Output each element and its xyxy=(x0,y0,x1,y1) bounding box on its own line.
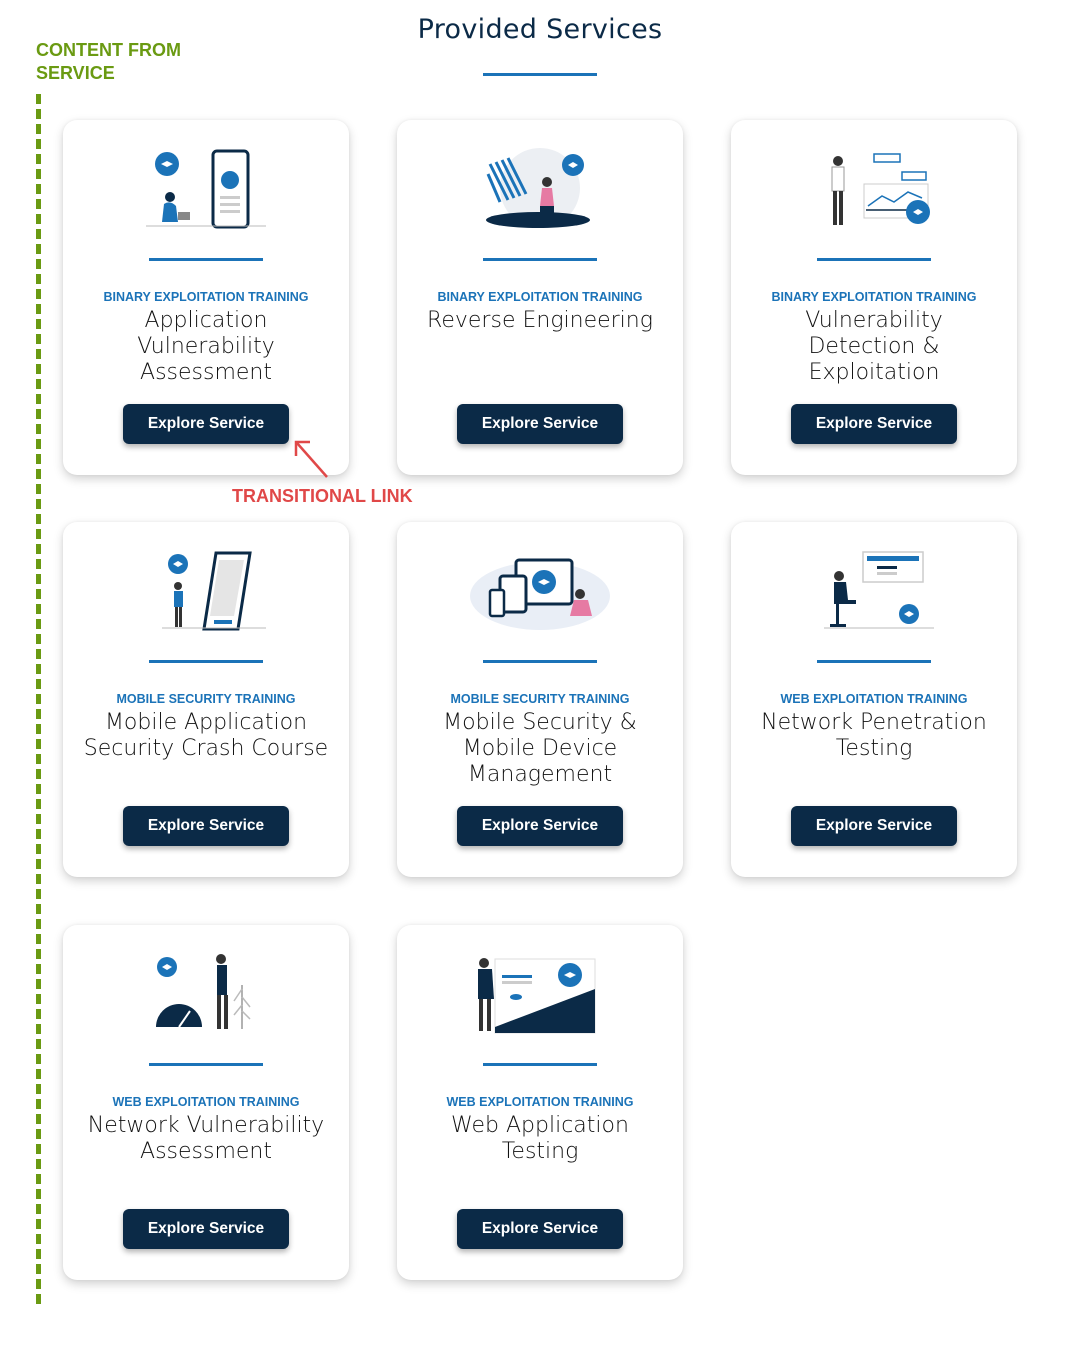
card-title: Web Application Testing xyxy=(451,1113,629,1164)
card-category: WEB EXPLOITATION TRAINING xyxy=(446,1095,634,1109)
card-title: Vulnerability Detection & Exploitation xyxy=(805,308,943,385)
service-card: WEB EXPLOITATION TRAINING Network Vulner… xyxy=(63,925,349,1280)
card-title: Mobile Security & Mobile Device Manageme… xyxy=(443,710,637,787)
card-divider xyxy=(817,660,931,663)
arrow-icon xyxy=(294,440,328,478)
service-card: MOBILE SECURITY TRAINING Mobile Security… xyxy=(397,522,683,877)
card-title: Mobile Application Security Crash Course xyxy=(83,710,329,761)
service-card: WEB EXPLOITATION TRAINING Network Penetr… xyxy=(731,522,1017,877)
card-title: Application Vulnerability Assessment xyxy=(137,308,275,385)
explore-service-button[interactable]: Explore Service xyxy=(791,404,957,444)
card-divider xyxy=(817,258,931,261)
explore-service-button[interactable]: Explore Service xyxy=(457,404,623,444)
speedometer-illustration xyxy=(156,954,251,1029)
service-card: BINARY EXPLOITATION TRAINING Reverse Eng… xyxy=(397,120,683,475)
explore-service-button[interactable]: Explore Service xyxy=(123,806,289,846)
explore-service-button[interactable]: Explore Service xyxy=(123,404,289,444)
service-card: BINARY EXPLOITATION TRAINING Vulnerabili… xyxy=(731,120,1017,475)
explore-service-button[interactable]: Explore Service xyxy=(457,1209,623,1249)
card-title: Reverse Engineering xyxy=(427,308,653,333)
person-with-abstract-art-illustration xyxy=(486,148,590,228)
content-from-service-annotation: CONTENT FROM SERVICE xyxy=(36,40,181,83)
card-category: BINARY EXPLOITATION TRAINING xyxy=(103,290,309,304)
card-category: WEB EXPLOITATION TRAINING xyxy=(780,692,968,706)
service-card: MOBILE SECURITY TRAINING Mobile Applicat… xyxy=(63,522,349,877)
card-divider xyxy=(483,1063,597,1066)
person-with-phone-illustration xyxy=(146,149,266,229)
explore-service-button[interactable]: Explore Service xyxy=(457,806,623,846)
devices-illustration xyxy=(470,558,610,630)
title-underline xyxy=(483,73,597,76)
card-category: BINARY EXPLOITATION TRAINING xyxy=(437,290,643,304)
annotation-dashed-line xyxy=(36,94,41,1304)
card-category: BINARY EXPLOITATION TRAINING xyxy=(771,290,977,304)
person-with-large-phone-illustration xyxy=(162,551,266,631)
card-title: Network Penetration Testing xyxy=(761,710,987,761)
card-category: MOBILE SECURITY TRAINING xyxy=(450,692,630,706)
card-divider xyxy=(483,258,597,261)
card-divider xyxy=(149,660,263,663)
person-with-webpage-illustration xyxy=(478,958,596,1034)
service-card: BINARY EXPLOITATION TRAINING Application… xyxy=(63,120,349,475)
person-at-desk-illustration xyxy=(824,551,934,629)
service-card: WEB EXPLOITATION TRAINING Web Applicatio… xyxy=(397,925,683,1280)
card-divider xyxy=(483,660,597,663)
explore-service-button[interactable]: Explore Service xyxy=(123,1209,289,1249)
card-title: Network Vulnerability Assessment xyxy=(87,1113,325,1164)
card-category: WEB EXPLOITATION TRAINING xyxy=(112,1095,300,1109)
page-title: Provided Services xyxy=(417,14,663,45)
card-divider xyxy=(149,1063,263,1066)
card-divider xyxy=(149,258,263,261)
transitional-link-annotation: TRANSITIONAL LINK xyxy=(232,486,413,506)
person-with-charts-illustration xyxy=(831,153,930,225)
card-category: MOBILE SECURITY TRAINING xyxy=(116,692,296,706)
explore-service-button[interactable]: Explore Service xyxy=(791,806,957,846)
